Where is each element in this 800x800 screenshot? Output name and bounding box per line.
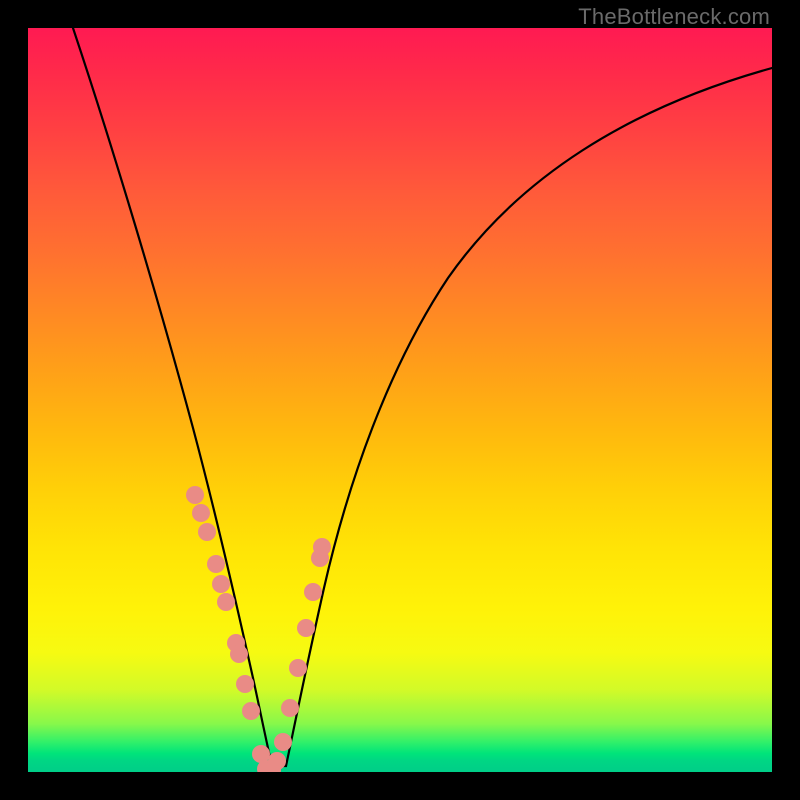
dot <box>313 538 331 556</box>
dot <box>304 583 322 601</box>
bottleneck-curve <box>73 28 772 766</box>
dot <box>186 486 204 504</box>
dot <box>212 575 230 593</box>
dot <box>207 555 225 573</box>
dot <box>198 523 216 541</box>
dot <box>230 645 248 663</box>
scatter-dots <box>186 486 331 772</box>
dot <box>192 504 210 522</box>
watermark-text: TheBottleneck.com <box>578 4 770 30</box>
dot <box>242 702 260 720</box>
chart-frame: TheBottleneck.com <box>0 0 800 800</box>
dot <box>236 675 254 693</box>
dot <box>297 619 315 637</box>
dot <box>289 659 307 677</box>
dot <box>281 699 299 717</box>
dot <box>274 733 292 751</box>
dot <box>217 593 235 611</box>
dot <box>268 752 286 770</box>
plot-area <box>28 28 772 772</box>
bottleneck-curve-svg <box>28 28 772 772</box>
